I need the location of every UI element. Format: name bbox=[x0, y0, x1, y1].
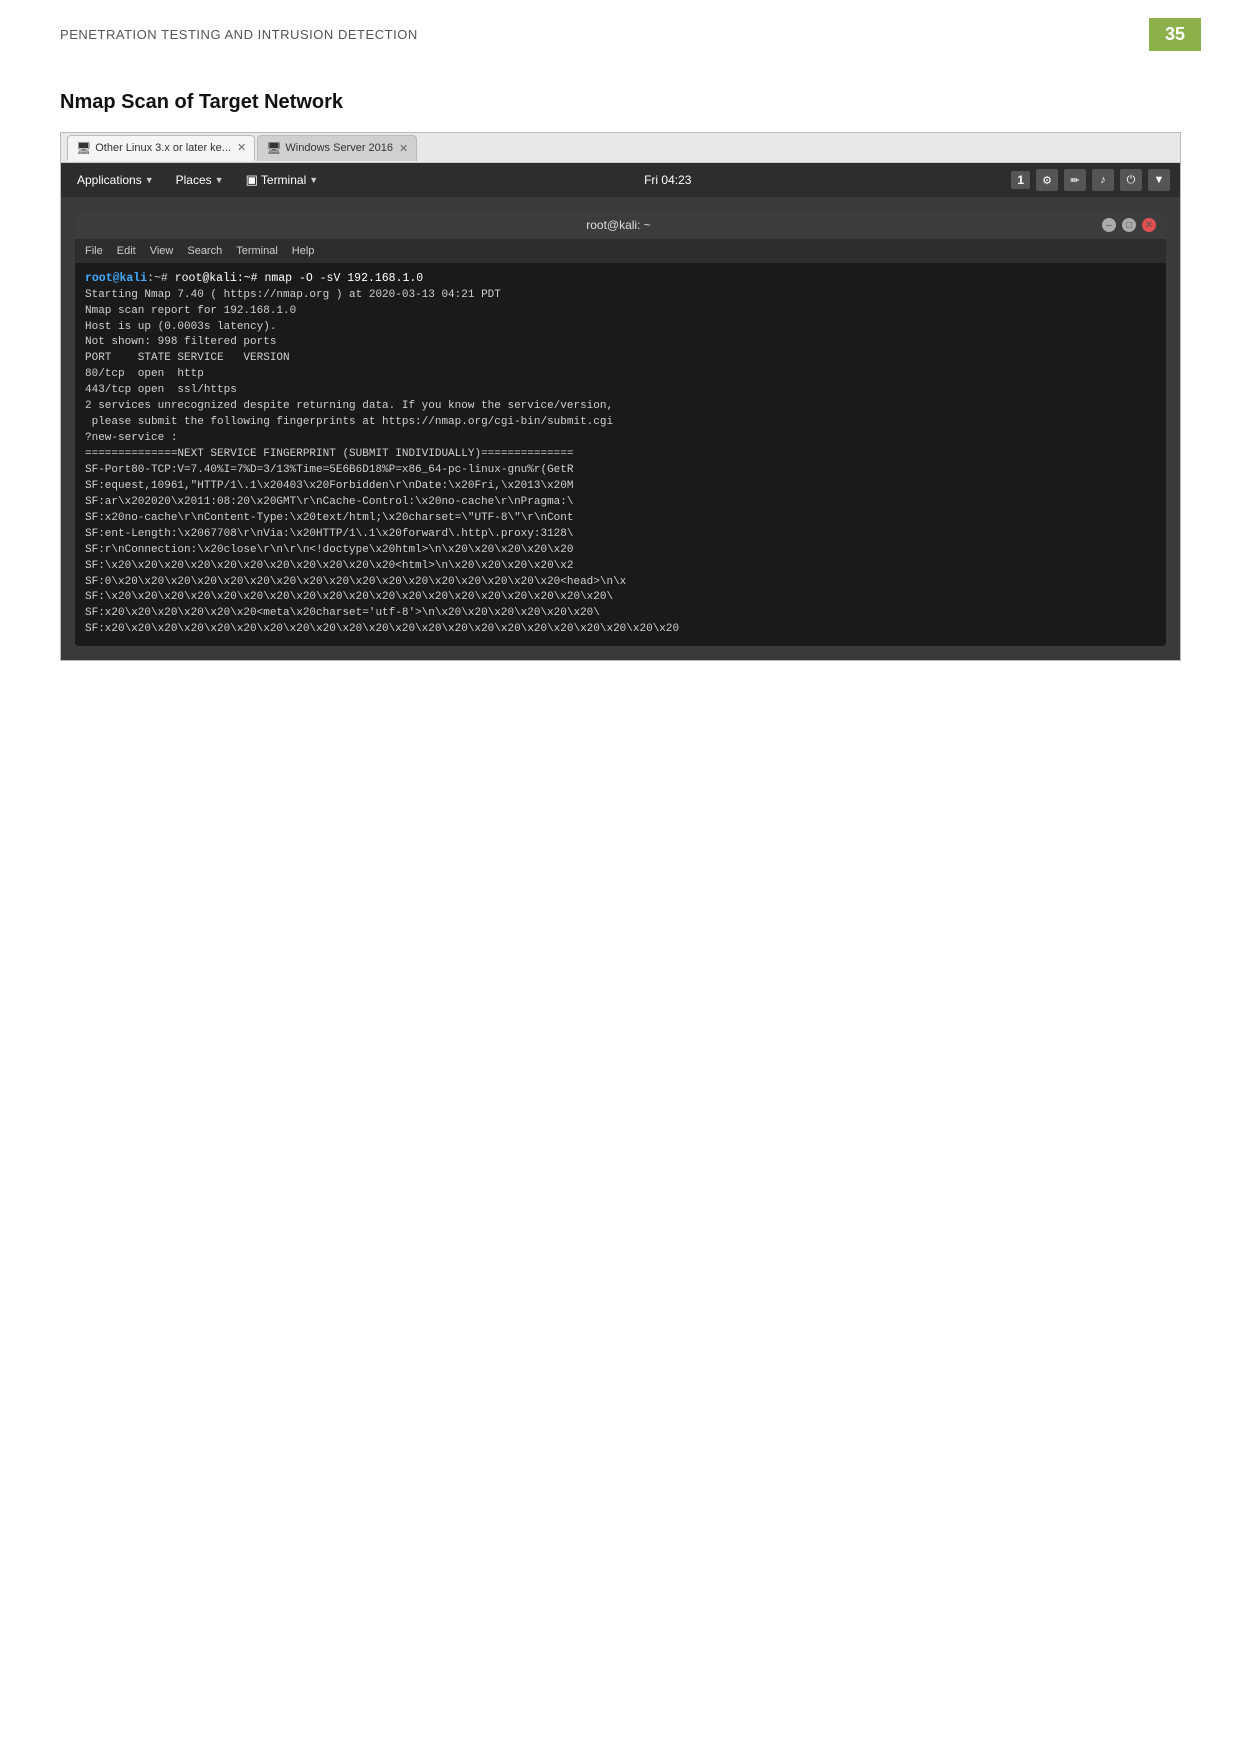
tab-linux-close[interactable]: ✕ bbox=[237, 141, 246, 154]
terminal-titlebar: root@kali: ~ – □ ✕ bbox=[75, 211, 1166, 239]
page-number: 35 bbox=[1149, 18, 1201, 51]
tab-windows-icon: 🖥 bbox=[266, 141, 281, 155]
terminal-label: Terminal bbox=[261, 173, 306, 187]
output-line: SF:equest,10961,"HTTP/1\.1\x20403\x20For… bbox=[85, 479, 1156, 495]
page-header: PENETRATION TESTING AND INTRUSION DETECT… bbox=[0, 0, 1241, 63]
minimize-button[interactable]: – bbox=[1102, 218, 1116, 232]
output-line: SF:0\x20\x20\x20\x20\x20\x20\x20\x20\x20… bbox=[85, 575, 1156, 591]
kali-clock: Fri 04:23 bbox=[334, 173, 1001, 187]
terminal-content[interactable]: root@kali:~# root@kali:~# nmap -O -sV 19… bbox=[75, 263, 1166, 646]
output-line: Host is up (0.0003s latency). bbox=[85, 320, 1156, 336]
maximize-button[interactable]: □ bbox=[1122, 218, 1136, 232]
output-line: Nmap scan report for 192.168.1.0 bbox=[85, 304, 1156, 320]
output-line: PORT STATE SERVICE VERSION bbox=[85, 351, 1156, 367]
terminal-menubar: File Edit View Search Terminal Help bbox=[75, 239, 1166, 263]
places-arrow: ▼ bbox=[215, 175, 224, 185]
tab-windows-label: Windows Server 2016 bbox=[285, 142, 393, 154]
output-line: SF:\x20\x20\x20\x20\x20\x20\x20\x20\x20\… bbox=[85, 559, 1156, 575]
terminal-controls: – □ ✕ bbox=[1102, 218, 1156, 232]
terminal-window: root@kali: ~ – □ ✕ File Edit View Search… bbox=[75, 211, 1166, 646]
tab-linux[interactable]: 🖥 Other Linux 3.x or later ke... ✕ bbox=[67, 135, 255, 161]
output-line: SF:ent-Length:\x2067708\r\nVia:\x20HTTP/… bbox=[85, 527, 1156, 543]
close-button[interactable]: ✕ bbox=[1142, 218, 1156, 232]
tab-linux-label: Other Linux 3.x or later ke... bbox=[95, 142, 231, 154]
output-line: SF-Port80-TCP:V=7.40%I=7%D=3/13%Time=5E6… bbox=[85, 463, 1156, 479]
terminal-arrow: ▼ bbox=[309, 175, 318, 185]
menu-terminal[interactable]: Terminal bbox=[236, 245, 278, 257]
places-label: Places bbox=[176, 173, 212, 187]
output-line: SF:x20no-cache\r\nContent-Type:\x20text/… bbox=[85, 511, 1156, 527]
system-icons: 1 ⚙ ✏ ♪ ⏻ ▼ bbox=[1011, 169, 1170, 191]
tab-bar: 🖥 Other Linux 3.x or later ke... ✕ 🖥 Win… bbox=[61, 133, 1180, 163]
output-line: SF:r\nConnection:\x20close\r\n\r\n<!doct… bbox=[85, 543, 1156, 559]
output-line: Starting Nmap 7.40 ( https://nmap.org ) … bbox=[85, 288, 1156, 304]
output-line: 443/tcp open ssl/https bbox=[85, 383, 1156, 399]
terminal-menu[interactable]: ▣ Terminal ▼ bbox=[240, 170, 325, 190]
command-text: root@kali:~# nmap -O -sV 192.168.1.0 bbox=[175, 272, 423, 285]
terminal-output: Starting Nmap 7.40 ( https://nmap.org ) … bbox=[85, 288, 1156, 639]
page-title: PENETRATION TESTING AND INTRUSION DETECT… bbox=[60, 27, 418, 42]
places-menu[interactable]: Places ▼ bbox=[170, 171, 230, 189]
network-icon: ⚙ bbox=[1036, 169, 1058, 191]
menu-file[interactable]: File bbox=[85, 245, 103, 257]
output-line: please submit the following fingerprints… bbox=[85, 415, 1156, 431]
tab-windows[interactable]: 🖥 Windows Server 2016 ✕ bbox=[257, 135, 417, 161]
tab-linux-icon: 🖥 bbox=[76, 141, 91, 155]
output-line: SF:x20\x20\x20\x20\x20\x20\x20\x20\x20\x… bbox=[85, 622, 1156, 638]
output-line: SF:x20\x20\x20\x20\x20\x20<meta\x20chars… bbox=[85, 606, 1156, 622]
settings-icon: ▼ bbox=[1148, 169, 1170, 191]
output-line: SF:\x20\x20\x20\x20\x20\x20\x20\x20\x20\… bbox=[85, 590, 1156, 606]
menu-help[interactable]: Help bbox=[292, 245, 315, 257]
prompt-separator: :~# bbox=[147, 272, 175, 285]
output-line: 80/tcp open http bbox=[85, 367, 1156, 383]
terminal-title: root@kali: ~ bbox=[135, 218, 1102, 232]
terminal-area: root@kali: ~ – □ ✕ File Edit View Search… bbox=[61, 197, 1180, 660]
pen-icon: ✏ bbox=[1064, 169, 1086, 191]
menu-edit[interactable]: Edit bbox=[117, 245, 136, 257]
menu-view[interactable]: View bbox=[150, 245, 174, 257]
sound-icon: ♪ bbox=[1092, 169, 1114, 191]
section-heading-area: Nmap Scan of Target Network bbox=[0, 63, 1241, 132]
indicator-box: 1 bbox=[1011, 171, 1030, 189]
output-line: 2 services unrecognized despite returnin… bbox=[85, 399, 1156, 415]
kali-toolbar: Applications ▼ Places ▼ ▣ Terminal ▼ Fri… bbox=[61, 163, 1180, 197]
applications-label: Applications bbox=[77, 173, 142, 187]
applications-menu[interactable]: Applications ▼ bbox=[71, 171, 160, 189]
menu-search[interactable]: Search bbox=[187, 245, 222, 257]
tab-windows-close[interactable]: ✕ bbox=[399, 142, 408, 155]
vm-container: 🖥 Other Linux 3.x or later ke... ✕ 🖥 Win… bbox=[60, 132, 1181, 661]
terminal-icon: ▣ bbox=[246, 172, 258, 188]
applications-arrow: ▼ bbox=[145, 175, 154, 185]
prompt-user: root@kali bbox=[85, 272, 147, 285]
section-title: Nmap Scan of Target Network bbox=[60, 91, 1181, 114]
output-line: ?new-service : bbox=[85, 431, 1156, 447]
power-icon: ⏻ bbox=[1120, 169, 1142, 191]
output-line: SF:ar\x202020\x2011:08:20\x20GMT\r\nCach… bbox=[85, 495, 1156, 511]
command-line: root@kali:~# root@kali:~# nmap -O -sV 19… bbox=[85, 271, 1156, 288]
output-line: ==============NEXT SERVICE FINGERPRINT (… bbox=[85, 447, 1156, 463]
output-line: Not shown: 998 filtered ports bbox=[85, 335, 1156, 351]
